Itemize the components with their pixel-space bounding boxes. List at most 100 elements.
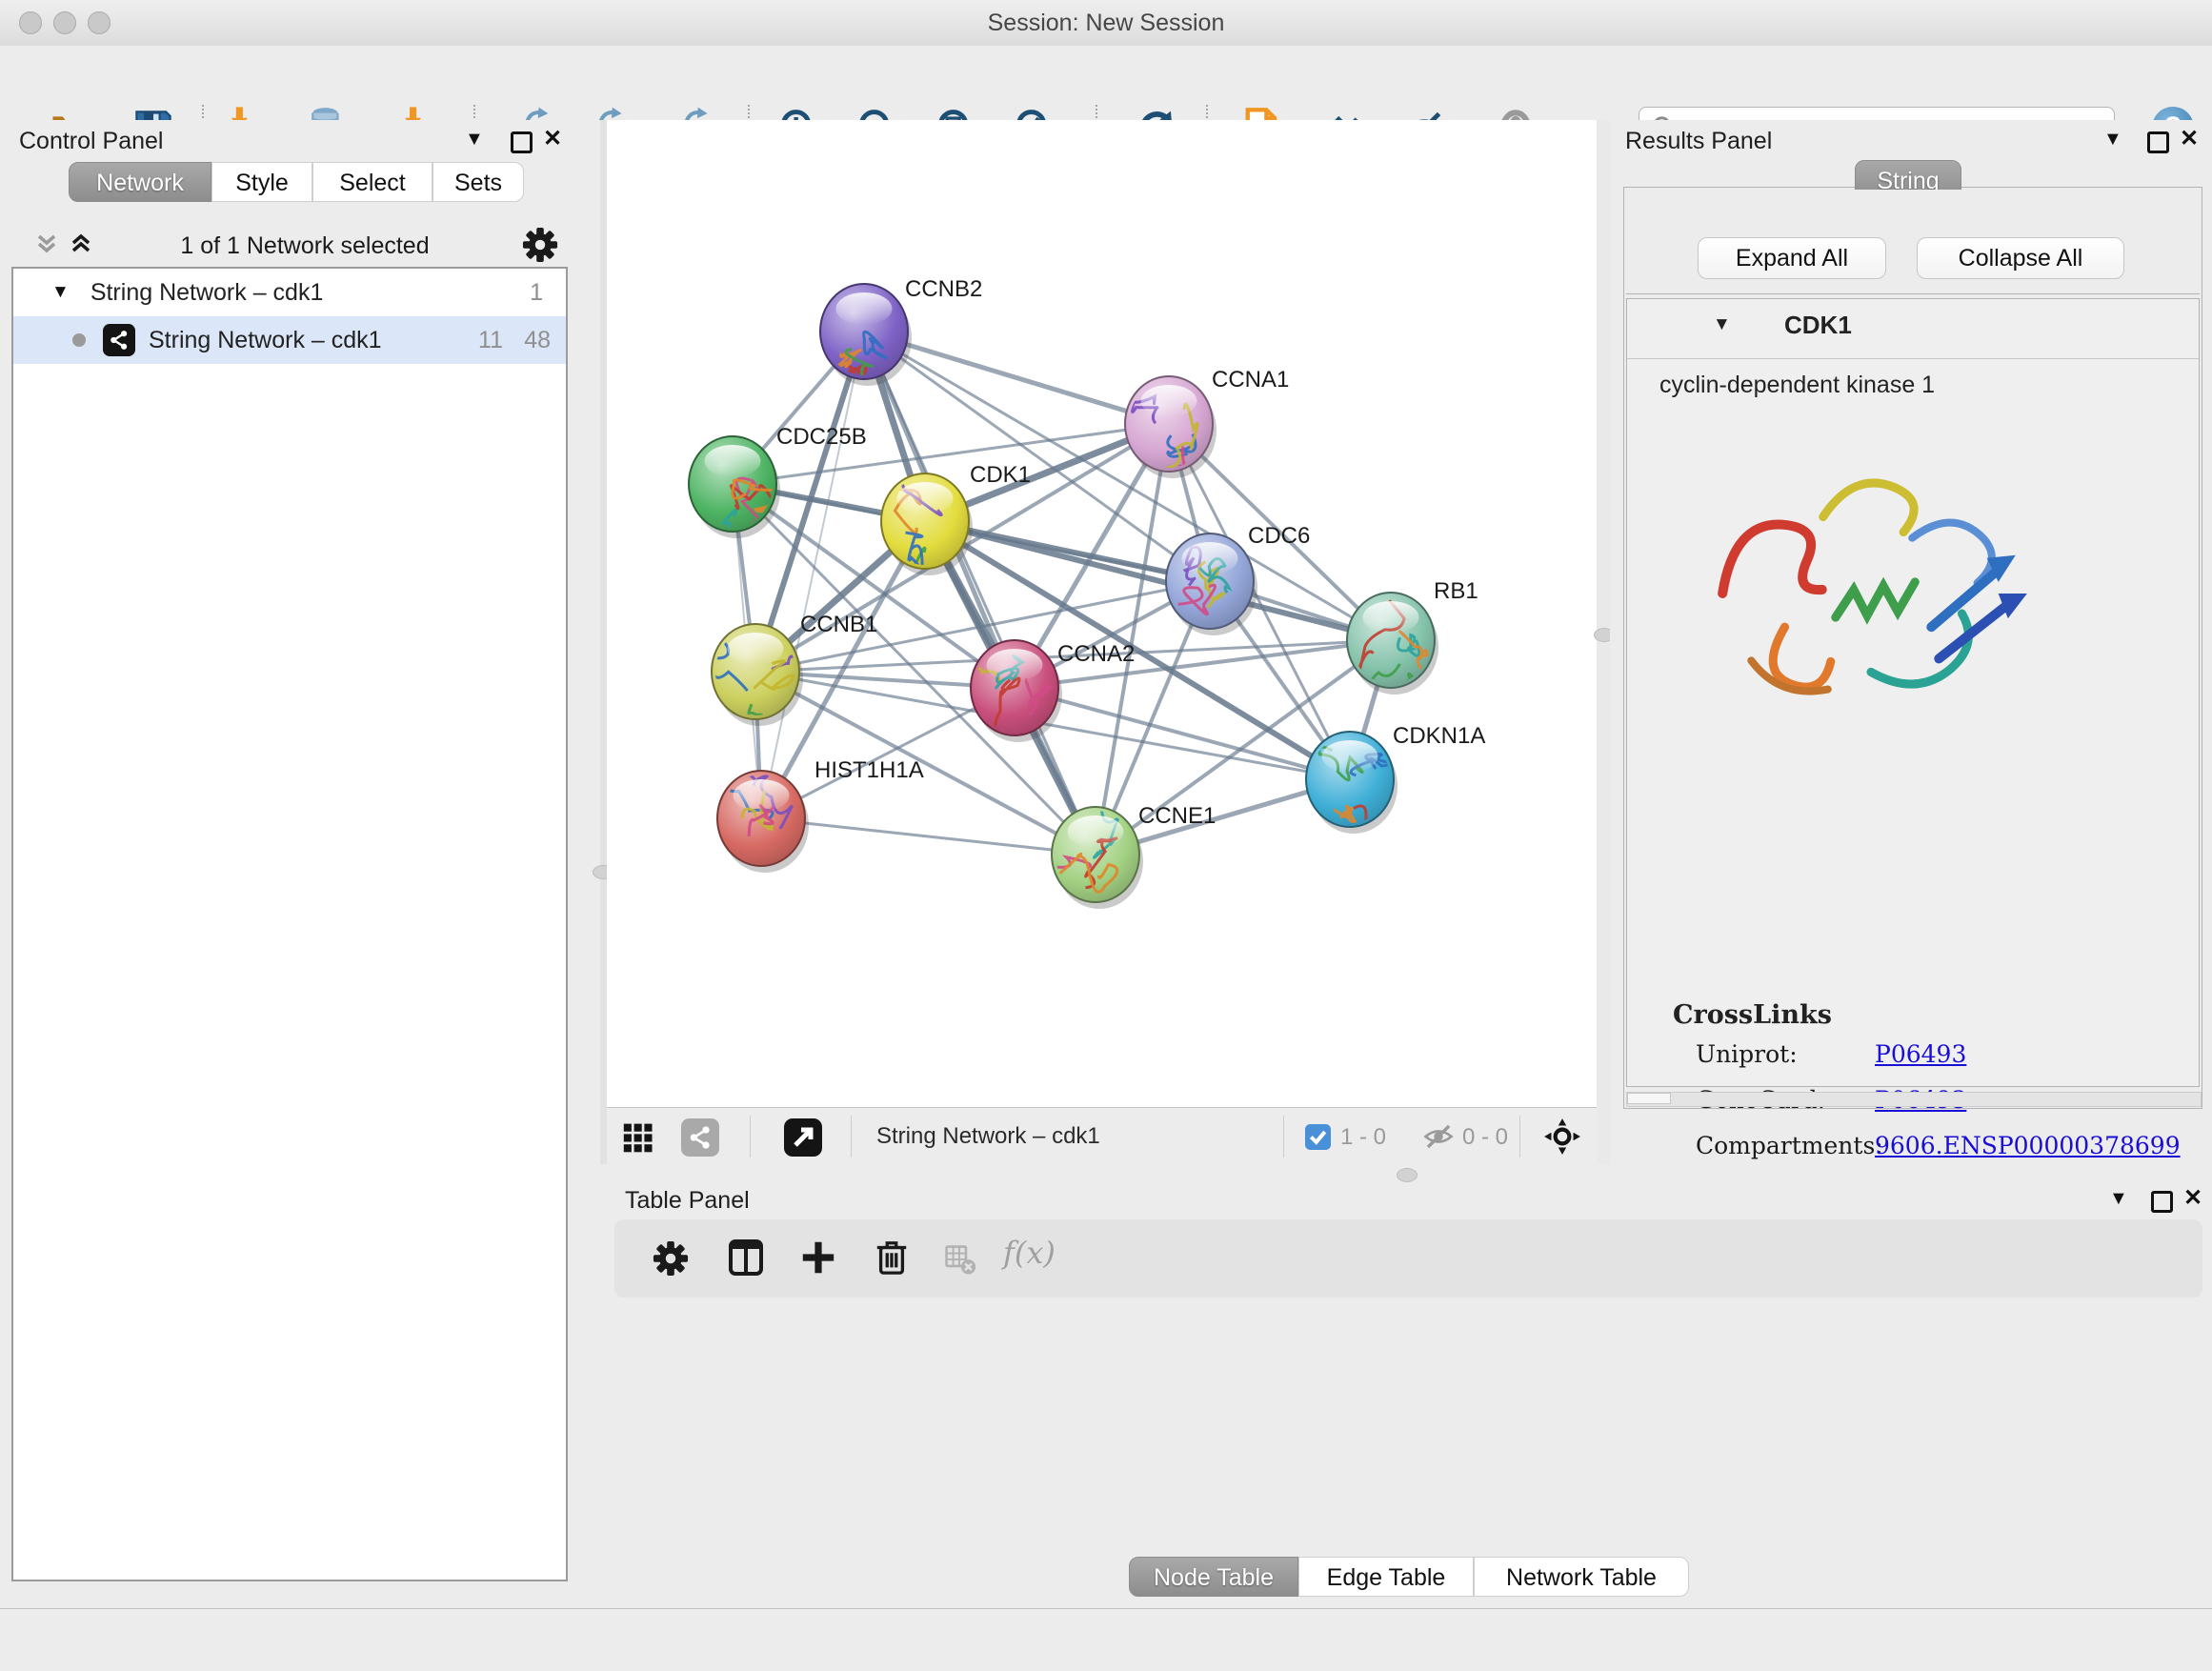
node-label-CDC6: CDC6: [1248, 523, 1310, 549]
node-label-CCNE1: CCNE1: [1138, 803, 1216, 829]
edge-CDK1-RB1[interactable]: [925, 521, 1391, 640]
tab-node-table[interactable]: Node Table: [1129, 1557, 1298, 1597]
edge-CCNB2-HIST1H1A[interactable]: [761, 332, 864, 818]
edge-HIST1H1A-CCNE1[interactable]: [761, 818, 1096, 855]
crosslink-link[interactable]: 9606.ENSP00000378699: [1875, 1132, 2181, 1159]
node-label-CCNA2: CCNA2: [1057, 641, 1135, 667]
vertical-splitter[interactable]: [1597, 120, 1610, 1164]
network-type-icon: [103, 324, 135, 356]
viewbar-separator: [1283, 1116, 1284, 1158]
grid-view-icon[interactable]: [622, 1120, 656, 1155]
crosslink-link[interactable]: P06493: [1875, 1040, 1966, 1068]
crosslink-row: Uniprot:P06493: [1696, 1040, 2172, 1068]
table-tabs: Node TableEdge TableNetwork Table: [1129, 1557, 1689, 1597]
results-panel-title: Results Panel: [1625, 128, 1772, 155]
collection-count: 1: [530, 279, 543, 307]
protein-section-header[interactable]: ▼ CDK1: [1627, 299, 2199, 359]
control-panel-menu-icon[interactable]: ▼: [465, 128, 484, 151]
results-panel-close-icon[interactable]: ✕: [2180, 128, 2199, 151]
results-horizontal-scrollbar[interactable]: [1626, 1092, 2202, 1107]
control-panel: Control Panel ▼ ✕ NetworkStyleSelectSets…: [0, 120, 600, 1608]
node-CCNB1[interactable]: CCNB1: [698, 612, 878, 727]
collapse-all-chevron-icon[interactable]: [32, 231, 61, 259]
expand-all-chevron-icon[interactable]: [67, 231, 95, 259]
network-graph[interactable]: CCNB2 CCNA1 CDC25B CDK1 CDC6 RB1 CCNB1 CCNA2 CDK…: [607, 120, 1597, 1107]
tab-network-table[interactable]: Network Table: [1474, 1557, 1689, 1597]
detach-view-icon[interactable]: [784, 1118, 822, 1157]
network-canvas[interactable]: CCNB2 CCNA1 CDC25B CDK1 CDC6 RB1 CCNB1 CCNA2 CDK…: [607, 120, 1597, 1107]
window-title: Session: New Session: [0, 0, 2212, 46]
table-panel-float-icon[interactable]: [2151, 1191, 2173, 1213]
control-panel-title: Control Panel: [19, 128, 163, 155]
expand-collapse-strip: Expand All Collapse All: [1626, 190, 2200, 294]
section-collapse-triangle-icon[interactable]: ▼: [1713, 314, 1731, 335]
results-panel-float-icon[interactable]: [2147, 131, 2169, 153]
show-columns-icon[interactable]: [727, 1238, 765, 1277]
control-panel-tabs: NetworkStyleSelectSets: [69, 162, 524, 202]
hidden-eye-icon[interactable]: [1422, 1120, 1455, 1153]
network-options-gear-icon[interactable]: [522, 227, 558, 263]
tab-select[interactable]: Select: [312, 162, 432, 202]
node-CDKN1A[interactable]: CDKN1A: [1306, 723, 1485, 845]
scrollbar-thumb[interactable]: [1627, 1093, 1671, 1104]
table-panel-close-icon[interactable]: ✕: [2183, 1187, 2202, 1210]
table-options-gear-icon[interactable]: [653, 1240, 689, 1277]
network-edge-count: 48: [524, 327, 551, 354]
crosslink-row: Compartments:9606.ENSP00000378699: [1696, 1132, 2172, 1159]
delete-table-icon[interactable]: [944, 1244, 976, 1277]
results-panel-menu-icon[interactable]: ▼: [2103, 128, 2122, 151]
network-name: String Network – cdk1: [149, 327, 382, 354]
collection-expand-triangle-icon[interactable]: ▼: [51, 282, 70, 303]
network-tree: ▼ String Network – cdk1 1 String Network…: [11, 267, 568, 1581]
expand-all-button[interactable]: Expand All: [1698, 237, 1886, 279]
node-label-CDC25B: CDC25B: [776, 424, 867, 450]
protein-description: cyclin-dependent kinase 1: [1659, 372, 1935, 399]
viewbar-separator: [1519, 1116, 1520, 1158]
crosslinks-title: CrossLinks: [1673, 1000, 1832, 1030]
hidden-nodes-edges-count: 0 - 0: [1462, 1124, 1508, 1151]
node-label-CDK1: CDK1: [970, 462, 1031, 488]
splitter-handle[interactable]: [1397, 1168, 1418, 1182]
node-label-CCNA1: CCNA1: [1212, 367, 1289, 393]
network-collection-row[interactable]: ▼ String Network – cdk1 1: [13, 269, 566, 316]
protein-structure-image: [1694, 421, 2048, 775]
viewbar-separator: [750, 1116, 751, 1158]
control-panel-float-icon[interactable]: [511, 131, 533, 153]
current-network-dot-icon: [72, 333, 86, 347]
node-label-CCNB2: CCNB2: [905, 276, 982, 302]
control-panel-close-icon[interactable]: ✕: [543, 128, 562, 151]
node-label-CDKN1A: CDKN1A: [1393, 723, 1485, 749]
crosslink-label: Compartments:: [1696, 1132, 1875, 1159]
view-network-title: String Network – cdk1: [876, 1123, 1100, 1150]
collection-name: String Network – cdk1: [90, 279, 324, 307]
function-builder-icon[interactable]: f(x): [1003, 1235, 1056, 1271]
selected-nodes-edges-count: 1 - 0: [1340, 1124, 1386, 1151]
node-CCNE1[interactable]: CCNE1: [1043, 794, 1216, 909]
table-panel: Table Panel ▼ ✕: [600, 1183, 2212, 1608]
crosslink-label: Uniprot:: [1696, 1040, 1875, 1068]
tab-network[interactable]: Network: [69, 162, 211, 202]
table-panel-title: Table Panel: [625, 1187, 750, 1215]
tab-style[interactable]: Style: [211, 162, 312, 202]
vertical-splitter[interactable]: [600, 120, 607, 1164]
network-row-selected[interactable]: String Network – cdk1 11 48: [13, 316, 566, 364]
birds-eye-toggle-icon[interactable]: [1542, 1117, 1582, 1157]
table-panel-menu-icon[interactable]: ▼: [2109, 1187, 2128, 1210]
title-bar: Session: New Session: [0, 0, 2212, 47]
network-view-icon[interactable]: [681, 1118, 719, 1157]
application-window: Session: New Session: [0, 0, 2212, 1671]
status-bar: Memory: [0, 1608, 2212, 1671]
collapse-all-button[interactable]: Collapse All: [1917, 237, 2124, 279]
selected-checkbox-icon[interactable]: [1305, 1124, 1331, 1150]
node-HIST1H1A[interactable]: HIST1H1A: [717, 757, 924, 873]
add-column-icon[interactable]: [801, 1240, 835, 1275]
delete-column-trash-icon[interactable]: [874, 1238, 910, 1275]
main-toolbar: ?: [0, 46, 2212, 122]
node-RB1[interactable]: RB1: [1347, 578, 1478, 699]
node-label-RB1: RB1: [1434, 578, 1478, 604]
node-label-HIST1H1A: HIST1H1A: [814, 757, 924, 783]
tab-sets[interactable]: Sets: [432, 162, 524, 202]
node-label-CCNB1: CCNB1: [800, 612, 877, 637]
edge-CCNA2-CDKN1A[interactable]: [1015, 688, 1350, 779]
tab-edge-table[interactable]: Edge Table: [1298, 1557, 1474, 1597]
